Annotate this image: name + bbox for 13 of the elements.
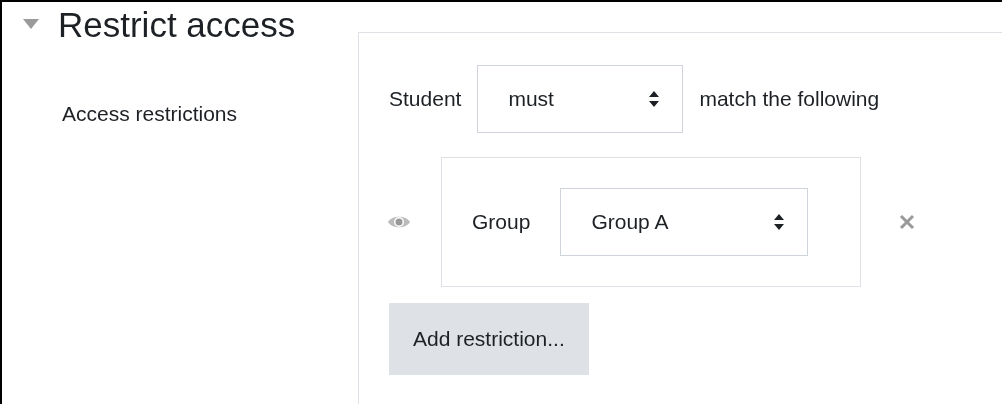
condition-label: Group [472,209,531,236]
collapse-icon[interactable] [22,18,40,30]
close-icon[interactable] [899,214,915,230]
add-restriction-button[interactable]: Add restriction... [389,303,589,375]
select-field[interactable]: Group A [560,188,809,256]
sort-icon [773,213,786,231]
sort-icon [648,90,661,108]
eye-icon[interactable] [387,214,411,230]
select-field[interactable]: must [477,65,684,133]
prefix-label: Student [389,86,462,113]
suffix-label: match the following [699,86,880,113]
section-title: Restrict access [58,6,296,42]
field-label: Access restrictions [62,101,238,127]
